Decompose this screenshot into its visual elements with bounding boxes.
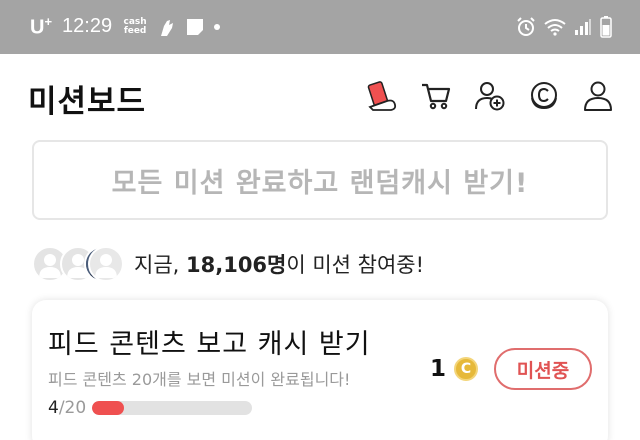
status-bar-left: U+ 12:29 cash feed — [30, 14, 221, 40]
cash-coin-icon: C — [454, 357, 479, 381]
mission-status-button[interactable]: 미션중 — [494, 348, 592, 390]
cart-icon[interactable] — [418, 78, 454, 114]
add-friend-icon[interactable] — [472, 78, 508, 114]
avatar-group — [32, 244, 128, 284]
dot-icon — [214, 23, 221, 30]
profile-icon[interactable] — [580, 78, 616, 114]
reward-amount: 1 — [430, 356, 447, 382]
app-header: 미션보드 — [0, 54, 640, 138]
progress-bar — [92, 401, 253, 415]
carrier-label: U+ — [30, 14, 53, 39]
participants-row: 지금, 18,106명이 미션 참여중! — [32, 242, 424, 286]
coin-icon[interactable] — [526, 78, 562, 114]
alarm-icon — [516, 17, 536, 41]
cashfeed-icon: cash feed — [123, 16, 147, 36]
progress-count: 4/20 — [48, 398, 87, 418]
status-bar-right — [516, 16, 612, 42]
random-cash-banner[interactable]: 모든 미션 완료하고 랜덤캐시 받기! — [32, 140, 608, 220]
note-icon — [186, 18, 204, 36]
wifi-icon — [544, 18, 566, 40]
status-bar: U+ 12:29 cash feed — [0, 0, 640, 54]
mission-title: 피드 콘텐츠 보고 캐시 받기 — [48, 329, 371, 360]
page-title: 미션보드 — [28, 84, 147, 120]
mission-card[interactable]: 피드 콘텐츠 보고 캐시 받기 피드 콘텐츠 20개를 보면 미션이 완료됩니다… — [32, 300, 608, 440]
participant-count: 18,106명 — [186, 253, 287, 277]
clock: 12:29 — [62, 15, 113, 38]
header-actions — [364, 78, 616, 114]
mission-card-icon[interactable] — [364, 78, 400, 114]
mission-reward: 1 C — [430, 356, 479, 382]
avatar — [88, 246, 124, 282]
hand-icon — [158, 18, 176, 36]
progress-bar-fill — [92, 401, 125, 415]
banner-text: 모든 미션 완료하고 랜덤캐시 받기! — [111, 167, 529, 199]
signal-icon — [574, 18, 592, 40]
mission-progress: 4/20 — [48, 398, 253, 418]
mission-description: 피드 콘텐츠 20개를 보면 미션이 완료됩니다! — [48, 370, 351, 389]
participants-text: 지금, 18,106명이 미션 참여중! — [134, 253, 425, 277]
battery-icon — [600, 16, 612, 42]
